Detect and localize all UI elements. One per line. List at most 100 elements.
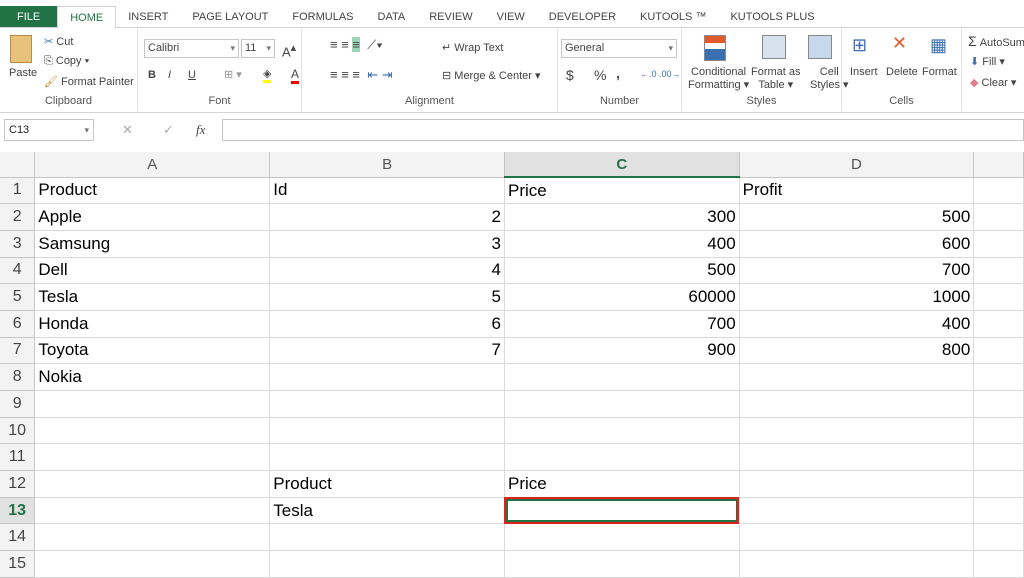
cell-C9[interactable]: [504, 390, 740, 418]
cell-D1[interactable]: Profit: [739, 177, 975, 205]
cell-B5[interactable]: 5: [269, 283, 505, 311]
vertical-align-icons[interactable]: ≡ ≡ ≡ ⟋▾: [330, 37, 383, 53]
cell-D12[interactable]: [739, 470, 975, 498]
comma-button[interactable]: ,: [616, 65, 620, 81]
cell-A14[interactable]: [34, 523, 271, 552]
grow-font-icon[interactable]: A▴: [282, 41, 296, 59]
cell-D13[interactable]: [739, 497, 975, 525]
fill-color-icon[interactable]: ◈: [263, 67, 272, 83]
cell-E5[interactable]: [973, 283, 1024, 311]
cell-B9[interactable]: [269, 390, 505, 418]
cell-A9[interactable]: [34, 390, 271, 418]
cell-C14[interactable]: [504, 523, 740, 552]
cell-C6[interactable]: 700: [504, 310, 740, 338]
row-header-15[interactable]: 15: [0, 550, 36, 578]
cell-E10[interactable]: [973, 417, 1024, 445]
column-header-E[interactable]: [973, 152, 1024, 178]
column-header-B[interactable]: B: [269, 152, 505, 178]
cell-B15[interactable]: [269, 550, 505, 578]
cell-A1[interactable]: Product: [34, 177, 271, 205]
row-header-8[interactable]: 8: [0, 363, 36, 391]
cell-C7[interactable]: 900: [504, 337, 740, 365]
cell-A8[interactable]: Nokia: [34, 363, 271, 391]
cell-B10[interactable]: [269, 417, 505, 445]
cell-B6[interactable]: 6: [269, 310, 505, 338]
cell-D9[interactable]: [739, 390, 975, 418]
cell-D6[interactable]: 400: [739, 310, 975, 338]
paste-button[interactable]: Paste: [9, 67, 37, 79]
cell-A15[interactable]: [34, 550, 271, 578]
cell-E9[interactable]: [973, 390, 1024, 418]
select-all-corner[interactable]: [0, 152, 36, 178]
tab-kutools-plus[interactable]: KUTOOLS PLUS: [718, 6, 826, 27]
cell-C4[interactable]: 500: [504, 257, 740, 285]
cell-E3[interactable]: [973, 230, 1024, 258]
cell-B8[interactable]: [269, 363, 505, 391]
tab-view[interactable]: VIEW: [485, 6, 537, 27]
cell-E6[interactable]: [973, 310, 1024, 338]
cell-C2[interactable]: 300: [504, 203, 740, 231]
cell-A12[interactable]: [34, 470, 271, 498]
row-header-5[interactable]: 5: [0, 283, 36, 311]
cell-B11[interactable]: [269, 443, 505, 472]
font-name-select[interactable]: Calibri: [144, 39, 239, 58]
cell-A3[interactable]: Samsung: [34, 230, 271, 258]
tab-data[interactable]: DATA: [366, 6, 418, 27]
wrap-text-button[interactable]: ↵ Wrap Text: [442, 41, 503, 54]
cell-C3[interactable]: 400: [504, 230, 740, 258]
tab-review[interactable]: REVIEW: [417, 6, 484, 27]
cell-E15[interactable]: [973, 550, 1024, 578]
currency-button[interactable]: $: [566, 67, 574, 83]
name-box[interactable]: C13 ▾: [4, 119, 94, 141]
tab-developer[interactable]: DEVELOPER: [537, 6, 628, 27]
cell-E13[interactable]: [973, 497, 1024, 525]
cell-A10[interactable]: [34, 417, 271, 445]
borders-icon[interactable]: ⊞ ▾: [224, 68, 242, 81]
cell-E8[interactable]: [973, 363, 1024, 391]
column-header-C[interactable]: C: [504, 152, 740, 178]
row-header-9[interactable]: 9: [0, 390, 36, 418]
cell-D3[interactable]: 600: [739, 230, 975, 258]
cell-D11[interactable]: [739, 443, 975, 472]
cell-B12[interactable]: Product: [269, 470, 505, 498]
cell-E2[interactable]: [973, 203, 1024, 231]
cut-button[interactable]: ✂ Cut: [44, 35, 73, 48]
row-header-4[interactable]: 4: [0, 257, 36, 285]
row-header-12[interactable]: 12: [0, 470, 36, 498]
cell-A5[interactable]: Tesla: [34, 283, 271, 311]
row-header-7[interactable]: 7: [0, 337, 36, 365]
cell-B7[interactable]: 7: [269, 337, 505, 365]
cell-A11[interactable]: [34, 443, 271, 472]
conditional-formatting-button[interactable]: Conditional Formatting ▾: [688, 66, 749, 92]
cell-A4[interactable]: Dell: [34, 257, 271, 285]
cell-B1[interactable]: Id: [269, 177, 505, 205]
clear-button[interactable]: ◆ Clear ▾: [970, 76, 1016, 89]
percent-button[interactable]: %: [594, 67, 606, 83]
cell-B2[interactable]: 2: [269, 203, 505, 231]
cell-D5[interactable]: 1000: [739, 283, 975, 311]
enter-icon[interactable]: ✓: [163, 122, 174, 138]
cell-A13[interactable]: [34, 497, 271, 525]
cell-D4[interactable]: 700: [739, 257, 975, 285]
font-color-icon[interactable]: A: [291, 67, 300, 84]
cell-B3[interactable]: 3: [269, 230, 505, 258]
tab-page-layout[interactable]: PAGE LAYOUT: [180, 6, 280, 27]
number-format-select[interactable]: General: [561, 39, 677, 58]
tab-file[interactable]: FILE: [0, 6, 58, 27]
fill-button[interactable]: ⬇ Fill ▾: [970, 55, 1005, 68]
cell-E12[interactable]: [973, 470, 1024, 498]
insert-function-button[interactable]: fx: [196, 122, 205, 138]
cell-D8[interactable]: [739, 363, 975, 391]
cancel-icon[interactable]: ✕: [122, 122, 133, 138]
row-header-10[interactable]: 10: [0, 417, 36, 445]
italic-button[interactable]: I: [168, 69, 171, 81]
cell-C12[interactable]: Price: [504, 470, 740, 498]
row-header-14[interactable]: 14: [0, 523, 36, 552]
cell-D7[interactable]: 800: [739, 337, 975, 365]
cell-E1[interactable]: [973, 177, 1024, 205]
row-header-11[interactable]: 11: [0, 443, 36, 472]
cell-E7[interactable]: [973, 337, 1024, 365]
cell-C11[interactable]: [504, 443, 740, 472]
font-size-select[interactable]: 11: [241, 39, 275, 58]
tab-home[interactable]: HOME: [57, 6, 117, 29]
